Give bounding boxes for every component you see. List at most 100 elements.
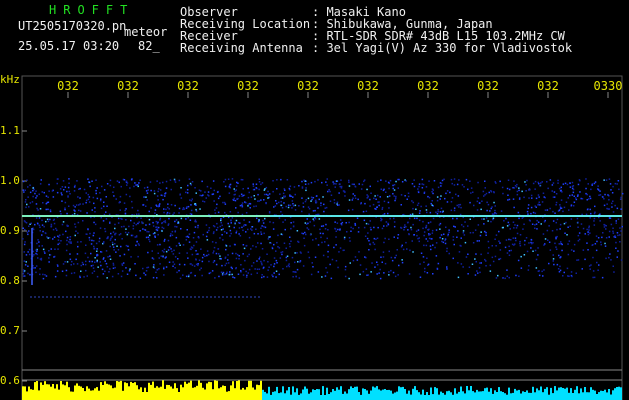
- noise-dot: [194, 226, 197, 228]
- noise-dot: [36, 242, 38, 245]
- noise-dot: [250, 248, 252, 250]
- noise-dot: [239, 235, 242, 237]
- noise-dot: [258, 181, 261, 183]
- noise-dot: [405, 226, 407, 228]
- noise-dot: [446, 250, 448, 252]
- noise-dot: [401, 259, 403, 261]
- noise-dot: [388, 271, 390, 273]
- noise-dot: [523, 243, 526, 246]
- power-bar: [396, 391, 398, 400]
- noise-dot: [512, 221, 515, 223]
- noise-dot: [438, 224, 441, 226]
- noise-dot: [610, 259, 612, 261]
- noise-dot: [572, 205, 575, 207]
- power-bar: [52, 384, 54, 400]
- noise-dot: [121, 218, 123, 220]
- power-bar: [84, 391, 86, 400]
- noise-dot: [261, 248, 264, 250]
- noise-dot: [24, 241, 26, 243]
- noise-dot: [152, 221, 154, 224]
- noise-dot: [400, 226, 402, 229]
- noise-dot: [499, 242, 501, 244]
- power-bar: [214, 380, 216, 400]
- noise-dot: [237, 197, 239, 200]
- noise-dot: [600, 241, 602, 243]
- noise-dot: [419, 263, 421, 265]
- power-bar: [208, 381, 210, 400]
- noise-dot: [400, 194, 403, 196]
- noise-dot: [543, 221, 546, 223]
- noise-dot: [292, 205, 295, 207]
- power-bar: [256, 384, 258, 400]
- noise-dot: [508, 188, 511, 191]
- noise-dot: [563, 271, 565, 274]
- noise-dot: [75, 204, 78, 206]
- frequency-axis: kHz 1.1 1.0 0.9 0.8 0.7 0.6: [0, 74, 22, 400]
- noise-dot: [302, 202, 304, 204]
- power-bar: [236, 381, 238, 400]
- noise-dot: [589, 232, 591, 234]
- noise-dot: [211, 241, 214, 243]
- power-bar: [522, 391, 524, 400]
- noise-dot: [538, 201, 540, 203]
- noise-dot: [485, 260, 487, 262]
- power-bar: [596, 394, 598, 400]
- noise-dot: [288, 263, 290, 265]
- noise-dot: [46, 236, 48, 238]
- noise-dot: [123, 253, 126, 256]
- power-bar: [604, 389, 606, 400]
- noise-dot: [179, 277, 182, 280]
- noise-dot: [555, 248, 558, 250]
- noise-dot: [304, 222, 307, 224]
- noise-dot: [363, 180, 365, 183]
- noise-dot: [566, 267, 569, 270]
- noise-dot: [156, 244, 159, 246]
- noise-dot: [91, 239, 93, 242]
- noise-dot: [512, 198, 515, 200]
- noise-dot: [149, 181, 152, 183]
- noise-dot: [314, 209, 316, 212]
- noise-dot: [206, 254, 208, 257]
- power-bar: [40, 382, 42, 400]
- noise-dot: [314, 217, 317, 220]
- noise-dot: [475, 261, 477, 263]
- power-bar: [320, 395, 322, 400]
- noise-dot: [570, 218, 573, 220]
- noise-dot: [458, 206, 460, 208]
- noise-dot: [201, 260, 204, 263]
- noise-dot: [255, 183, 258, 185]
- noise-dot: [280, 233, 283, 235]
- noise-dot: [344, 275, 347, 278]
- noise-dot: [594, 243, 597, 245]
- power-bar: [274, 391, 276, 400]
- noise-dot: [129, 187, 131, 189]
- noise-dot: [576, 195, 579, 197]
- noise-dot: [284, 228, 286, 231]
- noise-dot: [70, 264, 72, 266]
- noise-dot: [620, 208, 622, 210]
- time-label: 0330: [593, 79, 623, 93]
- noise-dot: [328, 189, 330, 191]
- noise-dot: [441, 211, 444, 213]
- noise-dot: [35, 217, 38, 219]
- noise-dot: [486, 201, 488, 204]
- power-bar: [224, 386, 226, 400]
- noise-dot: [534, 205, 536, 207]
- noise-dot: [172, 253, 175, 255]
- noise-dot: [553, 263, 555, 266]
- time-label: 032: [117, 79, 139, 93]
- noise-dot: [234, 199, 237, 202]
- noise-dot: [25, 261, 27, 263]
- power-bar: [518, 389, 520, 400]
- noise-dot: [96, 254, 99, 256]
- noise-dot: [267, 194, 269, 196]
- noise-dot: [320, 225, 323, 227]
- noise-dot: [156, 180, 158, 182]
- noise-dot: [513, 244, 515, 246]
- noise-dot: [124, 231, 127, 234]
- noise-dot: [93, 202, 95, 205]
- noise-dot: [567, 226, 569, 228]
- noise-dot: [379, 277, 382, 280]
- noise-dot: [365, 210, 368, 212]
- noise-dot: [363, 226, 366, 229]
